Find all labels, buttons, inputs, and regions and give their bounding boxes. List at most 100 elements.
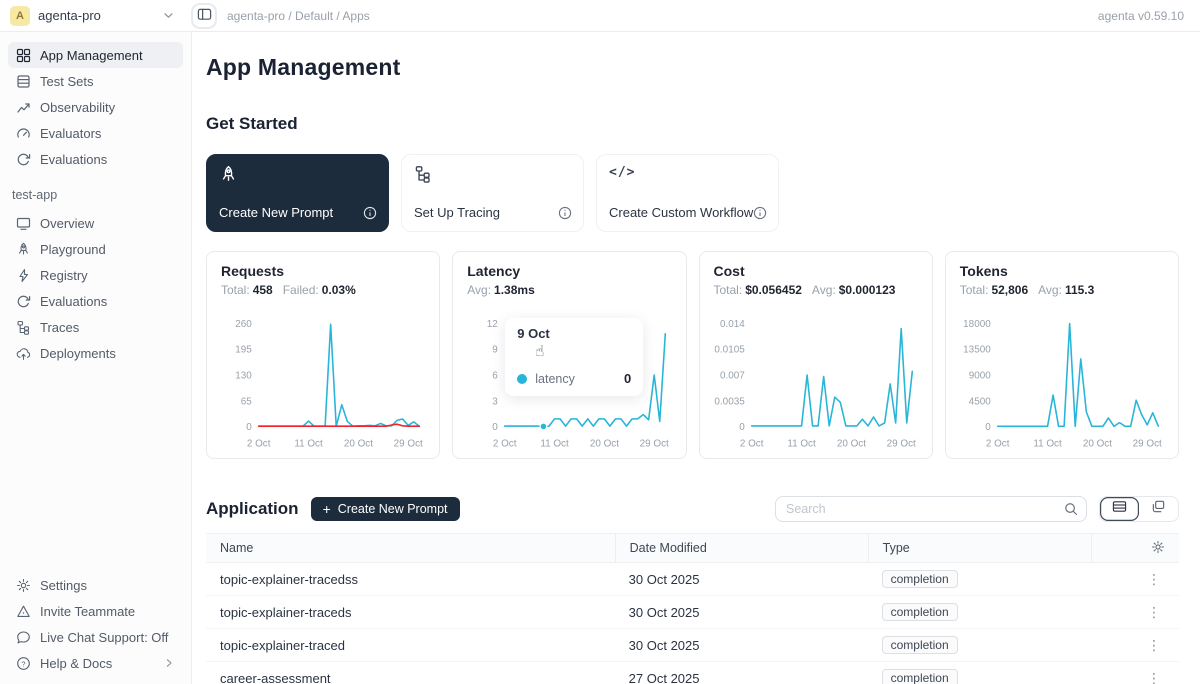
sidebar-item-playground[interactable]: Playground <box>8 236 183 262</box>
svg-text:20 Oct: 20 Oct <box>1083 438 1112 449</box>
stat-label: Total: <box>221 283 250 297</box>
info-icon[interactable] <box>753 206 767 220</box>
card-label: Create New Prompt <box>219 205 333 220</box>
svg-text:11 Oct: 11 Oct <box>294 438 323 449</box>
create-new-prompt-button[interactable]: + Create New Prompt <box>311 497 460 521</box>
table-row[interactable]: topic-explainer-tracedss 30 Oct 2025 com… <box>206 563 1179 596</box>
create-custom-workflow-card[interactable]: </> Create Custom Workflow <box>596 154 779 232</box>
sidebar-item-settings[interactable]: Settings <box>8 572 183 598</box>
kebab-menu-icon[interactable]: ⋮ <box>1147 670 1161 684</box>
sidebar-item-app-evaluations[interactable]: Evaluations <box>8 288 183 314</box>
stat-label: Total: <box>714 283 743 297</box>
breadcrumb[interactable]: agenta-pro / Default / Apps <box>227 9 370 23</box>
sidebar-item-evaluators[interactable]: Evaluators <box>8 120 183 146</box>
cloud-upload-icon <box>16 346 31 361</box>
sidebar-item-test-sets[interactable]: Test Sets <box>8 68 183 94</box>
sidebar-item-label: Evaluations <box>40 294 107 309</box>
svg-text:?: ? <box>21 659 25 668</box>
sidebar-collapse-button[interactable] <box>191 3 217 29</box>
app-name: career-assessment <box>206 671 615 684</box>
svg-text:6: 6 <box>492 371 498 382</box>
card-view-button[interactable] <box>1139 497 1178 521</box>
sidebar-item-registry[interactable]: Registry <box>8 262 183 288</box>
stat-value: 52,806 <box>991 283 1028 297</box>
sidebar-item-help-docs[interactable]: ? Help & Docs <box>8 650 183 676</box>
stat-subtitle: Total:52,806Avg:115.3 <box>960 283 1164 297</box>
kebab-menu-icon[interactable]: ⋮ <box>1147 637 1161 653</box>
sidebar-panel-icon <box>197 7 212 25</box>
table-icon <box>16 74 31 89</box>
svg-text:29 Oct: 29 Oct <box>1132 438 1161 449</box>
stat-subtitle: Avg:1.38ms <box>467 283 671 297</box>
svg-text:20 Oct: 20 Oct <box>836 438 865 449</box>
stat-label: Avg: <box>467 283 491 297</box>
info-icon[interactable] <box>363 206 377 220</box>
invite-teammate-icon <box>16 604 31 619</box>
sidebar-item-invite-teammate[interactable]: Invite Teammate <box>8 598 183 624</box>
column-header-name[interactable]: Name <box>206 534 615 562</box>
table-row[interactable]: topic-explainer-traceds 30 Oct 2025 comp… <box>206 596 1179 629</box>
svg-text:2 Oct: 2 Oct <box>739 438 763 449</box>
get-started-row: Create New Prompt Set Up Tracing </> <box>206 154 1179 232</box>
table-row[interactable]: topic-explainer-traced 30 Oct 2025 compl… <box>206 629 1179 662</box>
app-version: agenta v0.59.10 <box>1098 9 1200 23</box>
chevron-right-icon <box>163 657 175 669</box>
card-view-icon <box>1151 499 1166 519</box>
create-new-prompt-card[interactable]: Create New Prompt <box>206 154 389 232</box>
sidebar-item-label: Evaluators <box>40 126 101 141</box>
svg-text:0: 0 <box>985 422 991 433</box>
sidebar-item-traces[interactable]: Traces <box>8 314 183 340</box>
svg-text:20 Oct: 20 Oct <box>344 438 373 449</box>
rocket-icon <box>16 242 31 257</box>
table-view-button[interactable] <box>1100 497 1139 521</box>
workspace-name: agenta-pro <box>38 8 101 23</box>
gear-icon[interactable] <box>1151 540 1165 557</box>
code-icon: </> <box>609 165 766 180</box>
info-icon[interactable] <box>558 206 572 220</box>
app-date: 27 Oct 2025 <box>615 671 868 684</box>
stats-row: Requests Total:458Failed:0.03% 065130195… <box>206 251 1179 459</box>
tree-icon <box>414 165 571 183</box>
chevron-down-icon <box>162 9 175 22</box>
card-label: Create Custom Workflow <box>609 205 753 220</box>
stat-label: Avg: <box>1038 283 1062 297</box>
set-up-tracing-card[interactable]: Set Up Tracing <box>401 154 584 232</box>
kebab-menu-icon[interactable]: ⋮ <box>1147 571 1161 587</box>
sidebar-item-app-management[interactable]: App Management <box>8 42 183 68</box>
sidebar-item-deployments[interactable]: Deployments <box>8 340 183 366</box>
chart-tooltip: 9 Oct ☝ latency 0 <box>505 318 643 396</box>
get-started-title: Get Started <box>206 114 1179 134</box>
cost-chart: 00.00350.0070.01050.0142 Oct11 Oct20 Oct… <box>714 305 918 455</box>
stat-title: Tokens <box>960 263 1164 279</box>
svg-text:11 Oct: 11 Oct <box>787 438 816 449</box>
column-header-date[interactable]: Date Modified <box>615 534 868 562</box>
sidebar-bottom: Settings Invite Teammate Live Chat Suppo… <box>8 572 183 676</box>
svg-text:29 Oct: 29 Oct <box>640 438 669 449</box>
button-label: Create New Prompt <box>338 502 448 516</box>
search-input[interactable] <box>786 502 1064 516</box>
sidebar-item-live-chat[interactable]: Live Chat Support: Off <box>8 624 183 650</box>
main-content: App Management Get Started Create New Pr… <box>192 32 1200 684</box>
sidebar-item-observability[interactable]: Observability <box>8 94 183 120</box>
search-box <box>775 496 1087 522</box>
stat-value: 1.38ms <box>494 283 535 297</box>
table-row[interactable]: career-assessment 27 Oct 2025 completion… <box>206 662 1179 684</box>
sidebar-item-evaluations[interactable]: Evaluations <box>8 146 183 172</box>
sidebar-item-label: Test Sets <box>40 74 93 89</box>
svg-text:3: 3 <box>492 396 498 407</box>
app-date: 30 Oct 2025 <box>615 572 868 587</box>
stat-value: 458 <box>253 283 273 297</box>
svg-text:11 Oct: 11 Oct <box>1033 438 1062 449</box>
chat-bubble-icon <box>16 630 31 645</box>
kebab-menu-icon[interactable]: ⋮ <box>1147 604 1161 620</box>
tooltip-date: 9 Oct <box>517 326 631 341</box>
evaluation-chart-icon <box>16 294 31 309</box>
card-label: Set Up Tracing <box>414 205 500 220</box>
workspace-selector[interactable]: A agenta-pro <box>0 6 185 26</box>
sidebar-item-overview[interactable]: Overview <box>8 210 183 236</box>
column-header-type[interactable]: Type <box>868 534 1092 562</box>
stat-subtitle: Total:458Failed:0.03% <box>221 283 425 297</box>
search-icon[interactable] <box>1064 502 1078 516</box>
svg-text:9000: 9000 <box>968 371 991 382</box>
table-header: Name Date Modified Type <box>206 533 1179 563</box>
